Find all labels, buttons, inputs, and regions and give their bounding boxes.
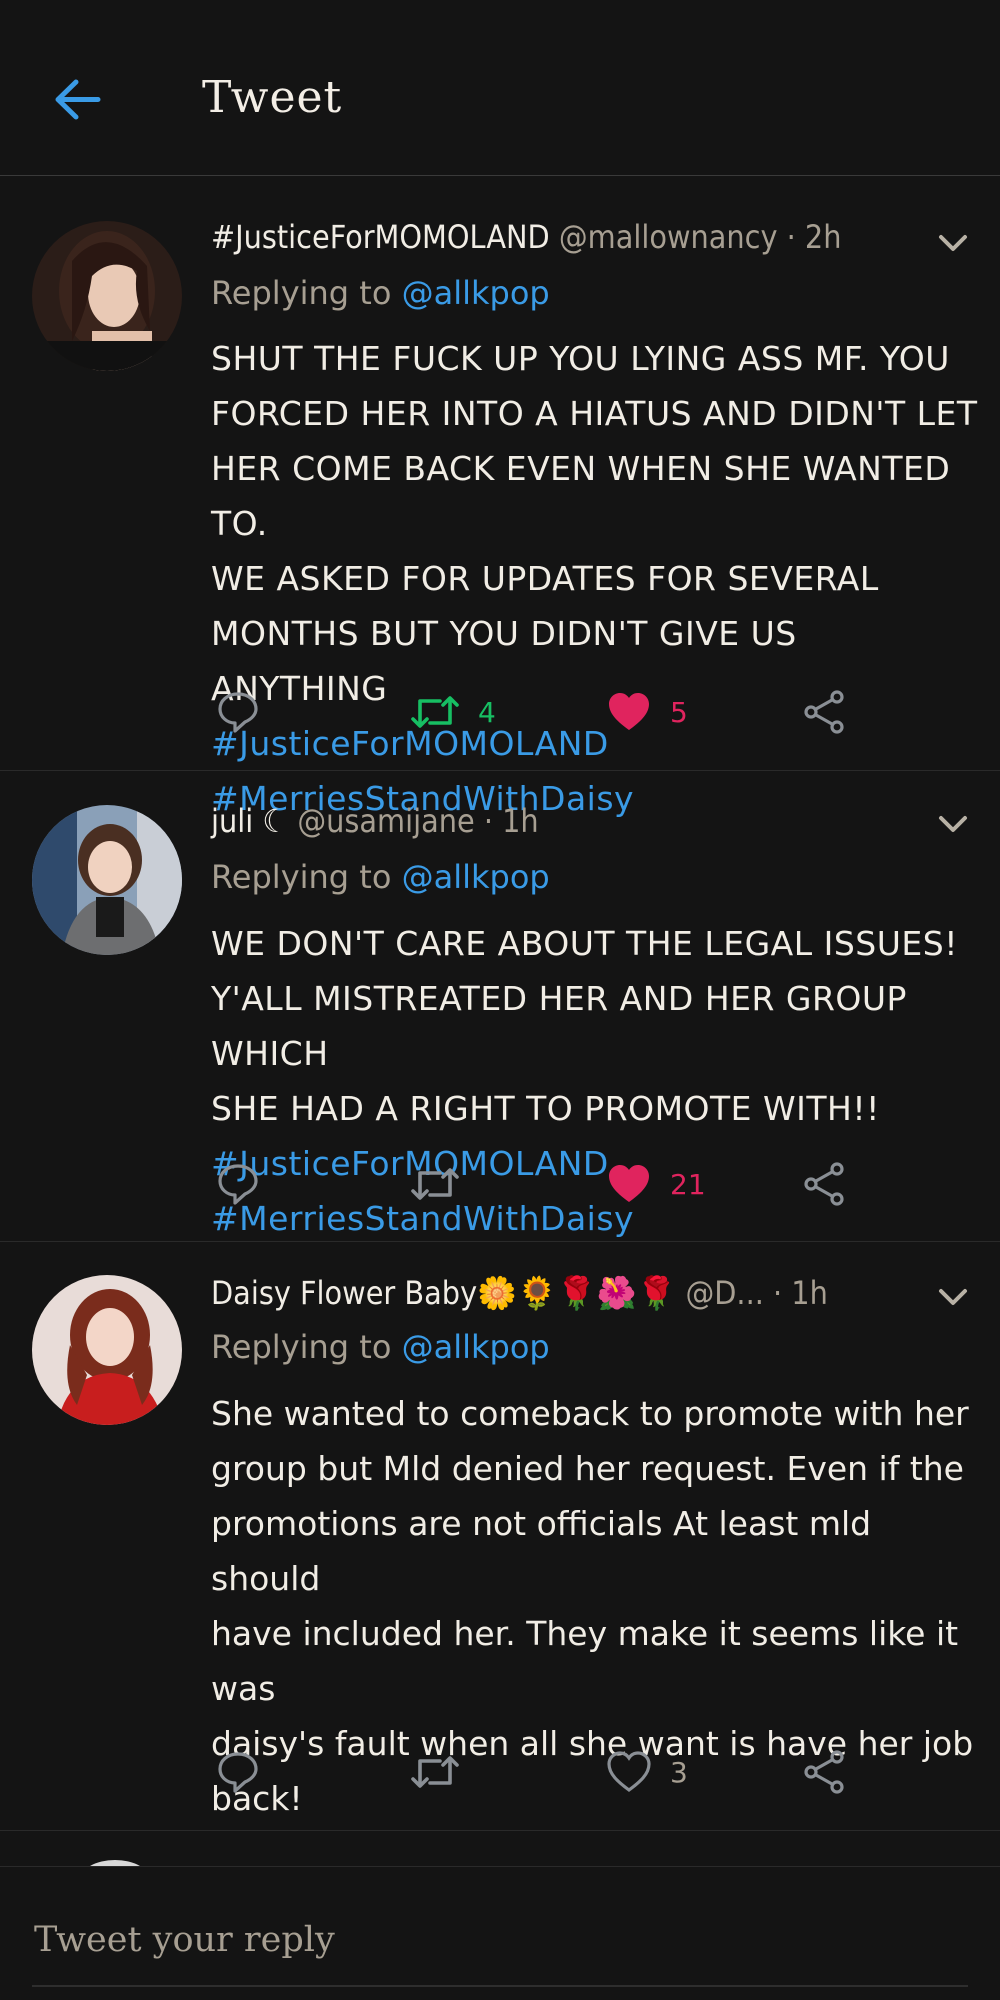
heart-outline-icon bbox=[607, 1751, 651, 1792]
heart-icon bbox=[609, 693, 649, 730]
replying-label: Replying to bbox=[211, 858, 402, 896]
tweet-text: SHUT THE FUCK UP YOU LYING ASS MF. YOU F… bbox=[211, 331, 981, 826]
username[interactable]: @mallownancy bbox=[559, 218, 778, 256]
reply-icon bbox=[218, 1164, 258, 1205]
replying-to: Replying to @allkpop bbox=[211, 858, 550, 896]
text-line: have included her. They make it seems li… bbox=[211, 1614, 959, 1708]
replying-label: Replying to bbox=[211, 1328, 402, 1366]
mention-link[interactable]: @allkpop bbox=[402, 1328, 550, 1366]
mention-link[interactable]: @allkpop bbox=[402, 274, 550, 312]
timestamp: · 1h bbox=[483, 802, 539, 840]
tweet-header: Daisy Flower Baby🌼🌻🌹🌺🌹 @D... · 1h bbox=[211, 1274, 828, 1312]
chevron-down-icon[interactable] bbox=[933, 809, 973, 839]
tweet-header: #JusticeForMOMOLAND @mallownancy · 2h bbox=[211, 218, 841, 256]
text-line: SHUT THE FUCK UP YOU LYING ASS MF. YOU bbox=[211, 339, 950, 378]
share-icon bbox=[804, 1750, 844, 1794]
like-button[interactable]: 5 bbox=[606, 682, 688, 742]
back-arrow-icon[interactable] bbox=[50, 72, 105, 127]
text-line: promotions are not officials At least ml… bbox=[211, 1504, 872, 1598]
username[interactable]: @usamijane bbox=[297, 802, 474, 840]
next-tweet-peek bbox=[0, 1830, 1000, 1866]
reply-tweet[interactable]: Daisy Flower Baby🌼🌻🌹🌺🌹 @D... · 1h Replyi… bbox=[0, 1242, 1000, 1831]
retweet-icon bbox=[411, 1168, 459, 1200]
timestamp: · 2h bbox=[786, 218, 842, 256]
retweet-count: 4 bbox=[478, 695, 496, 729]
replying-to: Replying to @allkpop bbox=[211, 274, 550, 312]
retweet-icon bbox=[411, 696, 459, 728]
share-icon bbox=[804, 1162, 844, 1206]
like-button[interactable]: 21 bbox=[606, 1154, 706, 1214]
text-line: She wanted to comeback to promote with h… bbox=[211, 1394, 969, 1433]
tweet-actions: 4 5 bbox=[0, 682, 1000, 742]
reply-button[interactable] bbox=[215, 682, 261, 742]
avatar[interactable] bbox=[32, 221, 182, 371]
text-line: HER COME BACK EVEN WHEN SHE WANTED TO. bbox=[211, 449, 951, 543]
reply-input[interactable] bbox=[32, 1911, 976, 1969]
tweet-header: juli ☾ @usamijane · 1h bbox=[211, 802, 539, 840]
like-count: 5 bbox=[670, 695, 688, 729]
replying-to: Replying to @allkpop bbox=[211, 1328, 550, 1366]
reply-tweet[interactable]: juli ☾ @usamijane · 1h Replying to @allk… bbox=[0, 771, 1000, 1242]
mention-link[interactable]: @allkpop bbox=[402, 858, 550, 896]
like-button[interactable]: 3 bbox=[606, 1742, 688, 1802]
divider bbox=[32, 1985, 968, 1987]
like-count: 3 bbox=[670, 1755, 688, 1789]
share-icon bbox=[804, 690, 844, 734]
display-name[interactable]: Daisy Flower Baby🌼🌻🌹🌺🌹 bbox=[211, 1274, 676, 1312]
reply-button[interactable] bbox=[215, 1742, 261, 1802]
reply-icon bbox=[218, 1752, 258, 1793]
avatar[interactable] bbox=[32, 805, 182, 955]
retweet-icon bbox=[411, 1756, 459, 1788]
chevron-down-icon[interactable] bbox=[933, 228, 973, 258]
text-line: WE ASKED FOR UPDATES FOR SEVERAL bbox=[211, 559, 879, 598]
share-button[interactable] bbox=[802, 1154, 848, 1214]
reply-composer bbox=[0, 1866, 1000, 2000]
text-line: SHE HAD A RIGHT TO PROMOTE WITH!! bbox=[211, 1089, 880, 1128]
text-line: FORCED HER INTO A HIATUS AND DIDN'T LET bbox=[211, 394, 978, 433]
timestamp: · 1h bbox=[772, 1274, 828, 1312]
retweet-button[interactable] bbox=[410, 1742, 460, 1802]
reply-icon bbox=[218, 692, 258, 733]
retweet-button[interactable]: 4 bbox=[410, 682, 496, 742]
retweet-button[interactable] bbox=[410, 1154, 460, 1214]
heart-icon bbox=[609, 1165, 649, 1202]
username[interactable]: @D... bbox=[685, 1274, 763, 1312]
tweet-actions: 21 bbox=[0, 1154, 1000, 1214]
text-line: WE DON'T CARE ABOUT THE LEGAL ISSUES! bbox=[211, 924, 958, 963]
text-line: Y'ALL MISTREATED HER AND HER GROUP WHICH bbox=[211, 979, 907, 1073]
reply-button[interactable] bbox=[215, 1154, 261, 1214]
replying-label: Replying to bbox=[211, 274, 402, 312]
tweet-actions: 3 bbox=[0, 1742, 1000, 1802]
avatar[interactable] bbox=[32, 1275, 182, 1425]
top-bar: Tweet bbox=[0, 0, 1000, 176]
page-title: Tweet bbox=[202, 72, 343, 123]
share-button[interactable] bbox=[802, 1742, 848, 1802]
chevron-down-icon[interactable] bbox=[933, 1282, 973, 1312]
display-name[interactable]: juli ☾ bbox=[211, 802, 288, 840]
reply-tweet[interactable]: #JusticeForMOMOLAND @mallownancy · 2h Re… bbox=[0, 176, 1000, 818]
share-button[interactable] bbox=[802, 682, 848, 742]
like-count: 21 bbox=[670, 1167, 706, 1201]
text-line: group but Mld denied her request. Even i… bbox=[211, 1449, 964, 1488]
display-name[interactable]: #JusticeForMOMOLAND bbox=[211, 218, 550, 256]
